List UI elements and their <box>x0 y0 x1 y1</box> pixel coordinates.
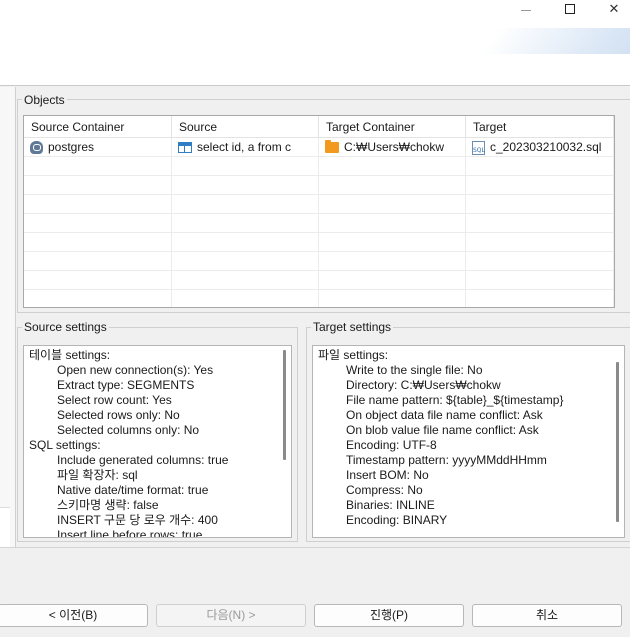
settings-line: Native date/time format: true <box>57 483 209 497</box>
banner-decoration <box>480 28 630 54</box>
back-button[interactable]: < 이전(B) <box>0 604 148 627</box>
wizard-banner <box>0 18 630 86</box>
target-settings-text[interactable]: 파일 settings: Write to the single file: No… <box>312 345 625 538</box>
column-header-target[interactable]: Target <box>466 116 614 138</box>
cell-text: c_202303210032.sql <box>490 140 602 154</box>
table-row <box>24 157 614 176</box>
wizard-content: Objects Source Container Source Target C… <box>0 87 630 547</box>
settings-line: Include generated columns: true <box>57 453 229 467</box>
proceed-button[interactable]: 진행(P) <box>314 604 464 627</box>
settings-line: Encoding: BINARY <box>346 513 448 527</box>
column-header-source-container[interactable]: Source Container <box>24 116 172 138</box>
next-button[interactable]: 다음(N) > <box>156 604 306 627</box>
settings-line: Directory: C:₩Users₩chokw <box>346 378 501 392</box>
left-panel-edge <box>0 87 16 547</box>
settings-line: Extract type: SEGMENTS <box>57 378 195 392</box>
target-settings-title: Target settings <box>311 320 394 334</box>
postgres-icon <box>30 141 43 154</box>
sql-file-icon: SQL <box>472 140 485 155</box>
cell-text: C:₩Users₩chokw <box>344 140 445 154</box>
table-row <box>24 176 614 195</box>
table-row <box>24 214 614 233</box>
settings-line: On blob value file name conflict: Ask <box>346 423 539 437</box>
settings-line: Insert line before rows: true <box>57 528 203 538</box>
settings-line: Binaries: INLINE <box>346 498 435 512</box>
target-settings-scrollbar[interactable] <box>616 362 619 522</box>
column-header-source[interactable]: Source <box>172 116 319 138</box>
table-row <box>24 271 614 290</box>
title-bar: ✕ <box>0 0 630 18</box>
folder-icon <box>325 140 339 153</box>
source-settings-group: 테이블 settings: Open new connection(s): Yes… <box>17 327 298 542</box>
close-icon[interactable]: ✕ <box>594 0 630 18</box>
source-settings-title: Source settings <box>22 320 109 334</box>
target-settings-group: 파일 settings: Write to the single file: No… <box>306 327 630 542</box>
settings-line: Compress: No <box>346 483 423 497</box>
objects-table[interactable]: Source Container Source Target Container… <box>23 115 615 308</box>
table-row <box>24 290 614 307</box>
source-settings-text[interactable]: 테이블 settings: Open new connection(s): Yes… <box>23 345 292 538</box>
settings-line: Insert BOM: No <box>346 468 429 482</box>
cancel-button[interactable]: 취소 <box>472 604 622 627</box>
cell-target-container: C:₩Users₩chokw <box>319 138 466 157</box>
settings-line: SQL settings: <box>29 438 101 452</box>
settings-line: 테이블 settings: <box>29 348 111 362</box>
objects-group-title: Objects <box>22 93 67 107</box>
settings-line: 파일 settings: <box>318 348 389 362</box>
settings-line: Selected columns only: No <box>57 423 200 437</box>
settings-line: Select row count: Yes <box>57 393 172 407</box>
settings-line: 파일 확장자: sql <box>57 468 138 482</box>
settings-line: Timestamp pattern: yyyyMMddHHmm <box>346 453 547 467</box>
source-settings-scrollbar[interactable] <box>283 350 286 460</box>
table-row[interactable]: postgres select id, a from c C:₩Users₩ch… <box>24 138 614 157</box>
settings-line: Write to the single file: No <box>346 363 483 377</box>
settings-line: 스키마명 생략: false <box>57 498 159 512</box>
maximize-icon[interactable] <box>550 0 590 18</box>
cell-text: select id, a from c <box>197 140 292 154</box>
cell-source: select id, a from c <box>172 138 319 157</box>
settings-line: Encoding: UTF-8 <box>346 438 437 452</box>
table-row <box>24 233 614 252</box>
cell-text: postgres <box>48 140 95 154</box>
footer-separator <box>0 547 630 548</box>
column-header-target-container[interactable]: Target Container <box>319 116 466 138</box>
cell-target: SQL c_202303210032.sql <box>466 138 614 157</box>
settings-line: Selected rows only: No <box>57 408 180 422</box>
cell-source-container: postgres <box>24 138 172 157</box>
minimize-icon[interactable] <box>506 0 546 18</box>
settings-line: File name pattern: ${table}_${timestamp} <box>346 393 564 407</box>
table-icon <box>178 142 192 153</box>
settings-line: On object data file name conflict: Ask <box>346 408 543 422</box>
objects-table-header: Source Container Source Target Container… <box>24 116 614 138</box>
table-row <box>24 252 614 271</box>
settings-line: Open new connection(s): Yes <box>57 363 214 377</box>
table-row <box>24 195 614 214</box>
settings-line: INSERT 구문 당 로우 개수: 400 <box>57 513 218 527</box>
